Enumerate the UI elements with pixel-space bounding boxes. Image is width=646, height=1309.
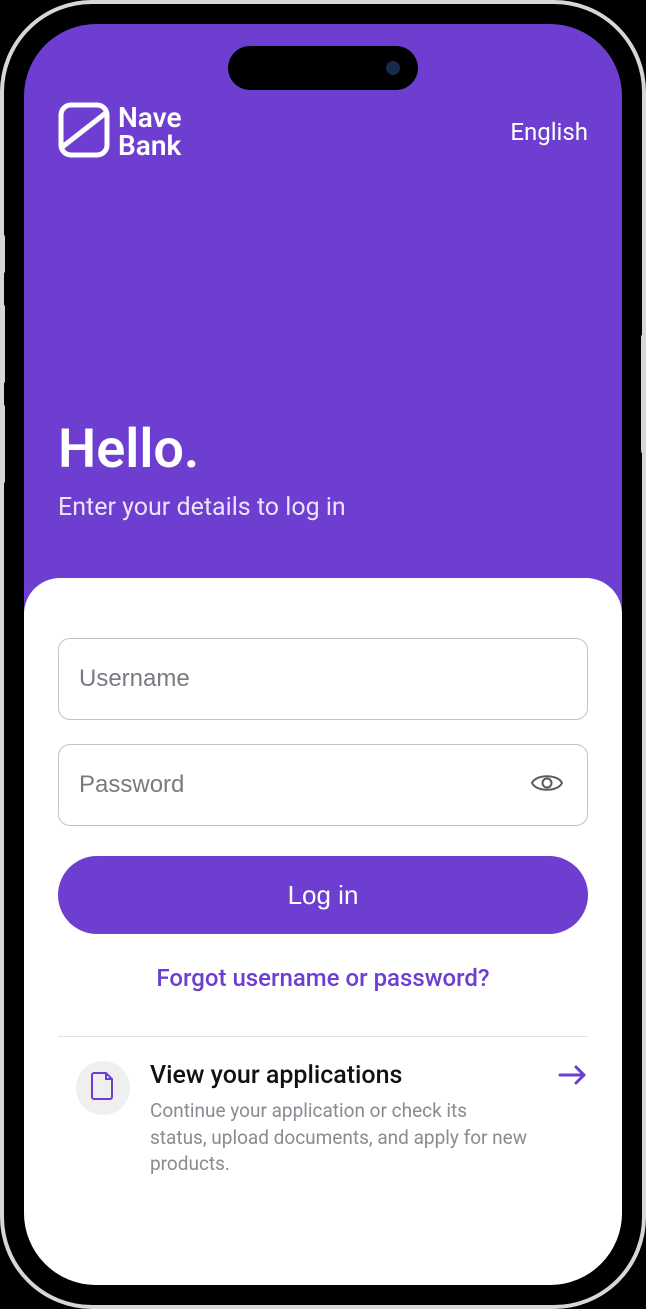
brand-name-line1: Nave [118,104,182,132]
section-divider [58,1036,588,1037]
username-field-wrapper[interactable] [58,638,588,720]
arrow-right-icon [558,1063,588,1091]
phone-side-button [0,234,5,274]
applications-title: View your applications [150,1061,528,1090]
view-applications-row[interactable]: View your applications Continue your app… [58,1061,588,1178]
password-field-wrapper[interactable] [58,744,588,826]
forgot-credentials-link[interactable]: Forgot username or password? [58,964,588,992]
nave-bank-logo-icon [58,102,110,162]
hero-section: Nave Bank English Hello. Enter your deta… [24,24,622,584]
applications-description: Continue your application or check its s… [150,1098,528,1178]
language-selector[interactable]: English [510,118,588,146]
login-button[interactable]: Log in [58,856,588,934]
phone-side-button [0,304,5,384]
phone-side-button [641,334,646,454]
password-input[interactable] [79,771,527,799]
page-subtitle: Enter your details to log in [58,493,588,522]
app-screen: Nave Bank English Hello. Enter your deta… [24,24,622,1285]
page-title: Hello. [58,418,588,481]
brand-name-line2: Bank [118,132,182,160]
document-icon [90,1071,116,1105]
toggle-password-visibility[interactable] [527,771,567,799]
document-icon-container [76,1061,130,1115]
brand-name: Nave Bank [118,104,182,160]
camera-dot-icon [386,61,400,75]
phone-notch [228,46,418,90]
phone-frame: Nave Bank English Hello. Enter your deta… [0,0,646,1309]
username-input[interactable] [79,665,567,693]
phone-side-button [0,404,5,484]
login-card: Log in Forgot username or password? View… [24,578,622,1285]
eye-icon [530,771,564,799]
brand: Nave Bank [58,102,182,162]
